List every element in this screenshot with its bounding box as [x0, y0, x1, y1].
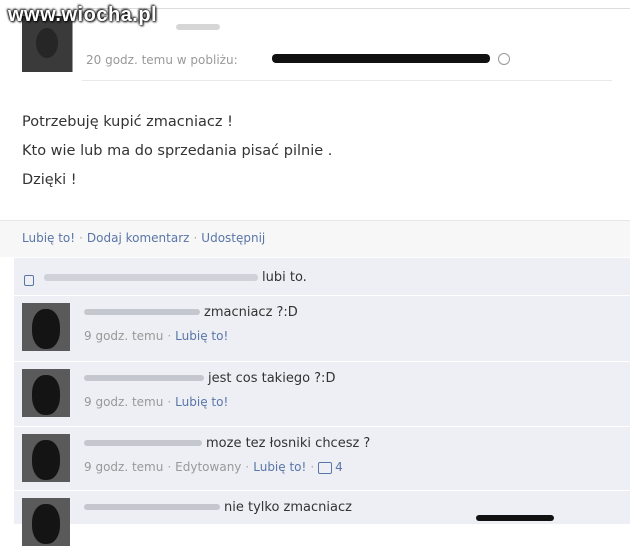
post-timestamp[interactable]: 20 godz. temu w pobliżu:: [86, 53, 238, 67]
poster-name-redacted: [176, 24, 220, 30]
comment-like-button[interactable]: Lubię to!: [175, 395, 228, 409]
comment-item: zmacniacz ?:D 9 godz. temu · Lubię to!: [22, 303, 622, 363]
likes-suffix: lubi to.: [262, 270, 307, 285]
globe-icon: [498, 53, 510, 65]
add-comment-button[interactable]: Dodaj komentarz: [87, 231, 190, 245]
comment-text-row: moze tez łosniki chcesz ?: [84, 434, 370, 452]
likers-redacted: [44, 274, 258, 281]
comment-item: moze tez łosniki chcesz ? 9 godz. temu · E…: [22, 434, 622, 494]
comment-like-button[interactable]: Lubię to!: [175, 329, 228, 343]
commenter-avatar[interactable]: [22, 369, 70, 417]
redaction-mark: [476, 515, 554, 521]
edited-label[interactable]: Edytowany: [175, 460, 241, 474]
commenter-avatar[interactable]: [22, 303, 70, 351]
top-divider: [78, 8, 630, 9]
comment-text-row: jest cos takiego ?:D: [84, 369, 335, 387]
comment-text: jest cos takiego ?:D: [208, 370, 336, 386]
divider: [14, 426, 630, 427]
commenter-avatar[interactable]: [22, 498, 70, 546]
divider: [14, 361, 630, 362]
post-line: Potrzebuję kupić zmacniacz !: [22, 114, 233, 130]
like-button[interactable]: Lubię to!: [22, 231, 75, 245]
comment-text: nie tylko zmacniacz: [224, 499, 352, 515]
comment-item: nie tylko zmacniacz: [22, 498, 622, 558]
header-divider: [82, 80, 612, 81]
comment-text-row: nie tylko zmacniacz: [84, 498, 352, 516]
comment-text: moze tez łosniki chcesz ?: [206, 435, 371, 451]
commenter-name-redacted[interactable]: [84, 504, 220, 510]
thumb-up-icon: [318, 462, 333, 474]
comment-meta: 9 godz. temu · Lubię to!: [84, 329, 229, 343]
commenter-name-redacted[interactable]: [84, 309, 200, 315]
commenter-name-redacted[interactable]: [84, 440, 202, 446]
comment-time[interactable]: 9 godz. temu: [84, 460, 163, 474]
thumb-up-icon: [22, 271, 38, 286]
share-button[interactable]: Udostępnij: [201, 231, 265, 245]
watermark: www.wiocha.pl: [8, 4, 158, 26]
comment-time[interactable]: 9 godz. temu: [84, 395, 163, 409]
commenter-avatar[interactable]: [22, 434, 70, 482]
comment-meta: 9 godz. temu · Edytowany · Lubię to! · 4: [84, 460, 343, 474]
comment-like-button[interactable]: Lubię to!: [253, 460, 306, 474]
divider: [14, 490, 630, 491]
comment-meta: 9 godz. temu · Lubię to!: [84, 395, 229, 409]
divider: [14, 295, 630, 296]
comment-like-count[interactable]: 4: [335, 460, 343, 474]
location-redacted: [272, 54, 490, 63]
likes-summary: lubi to.: [22, 270, 307, 286]
commenter-name-redacted[interactable]: [84, 375, 204, 381]
comment-text-row: zmacniacz ?:D: [84, 303, 298, 321]
comment-time[interactable]: 9 godz. temu: [84, 329, 163, 343]
comment-text: zmacniacz ?:D: [204, 304, 298, 320]
post-actions-bar: Lubię to! · Dodaj komentarz · Udostępnij: [0, 220, 630, 257]
post-line: Kto wie lub ma do sprzedania pisać pilni…: [22, 143, 333, 159]
post-text: Potrzebuję kupić zmacniacz ! Kto wie lub…: [22, 108, 332, 195]
comment-item: jest cos takiego ?:D 9 godz. temu · Lubię …: [22, 369, 622, 429]
post-line: Dzięki !: [22, 172, 77, 188]
